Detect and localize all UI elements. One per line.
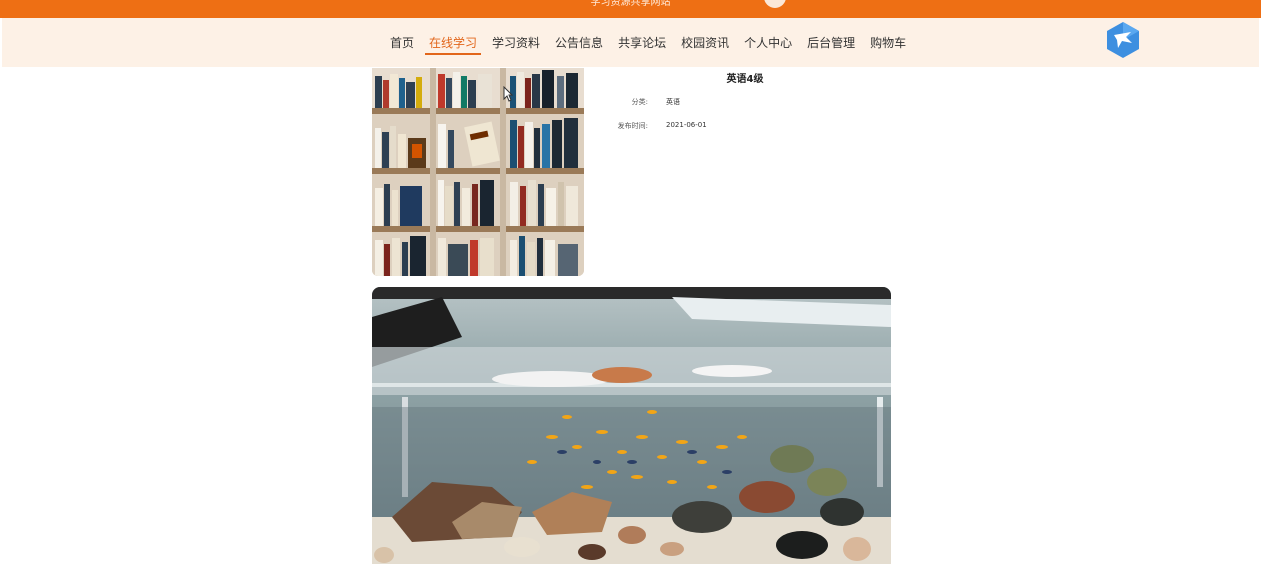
nav-item-learning-materials[interactable]: 学习资料 [492, 35, 540, 51]
nav-item-announcements[interactable]: 公告信息 [555, 35, 603, 51]
bookshelf-photo [372, 68, 584, 276]
nav-item-online-learning[interactable]: 在线学习 [425, 35, 482, 55]
navigation-bar: 首页 在线学习 学习资料 公告信息 共享论坛 校园资讯 个人中心 后台管理 购物… [2, 18, 1259, 67]
nav-item-admin[interactable]: 后台管理 [807, 35, 855, 51]
mouse-cursor-icon [503, 86, 513, 102]
nav-menu: 首页 在线学习 学习资料 公告信息 共享论坛 校园资讯 个人中心 后台管理 购物… [390, 18, 921, 67]
top-banner: 学习资源共享网站 [0, 0, 1261, 18]
aquarium-photo [372, 287, 891, 564]
category-label: 分类: [631, 98, 648, 106]
resource-details: 英语4级 分类: 英语 发布时间: 2021-06-01 [600, 68, 890, 148]
site-title: 学习资源共享网站 [590, 0, 671, 8]
nav-item-home[interactable]: 首页 [390, 35, 414, 51]
resource-title: 英语4级 [726, 74, 764, 85]
publish-time-label: 发布时间: [617, 122, 648, 130]
bird-hexagon-icon[interactable] [1105, 21, 1141, 59]
nav-item-campus-news[interactable]: 校园资讯 [681, 35, 729, 51]
nav-item-cart[interactable]: 购物车 [870, 35, 906, 51]
publish-time-value: 2021-06-01 [666, 121, 707, 129]
nav-item-forum[interactable]: 共享论坛 [618, 35, 666, 51]
nav-item-personal-center[interactable]: 个人中心 [744, 35, 792, 51]
category-value: 英语 [666, 98, 680, 106]
